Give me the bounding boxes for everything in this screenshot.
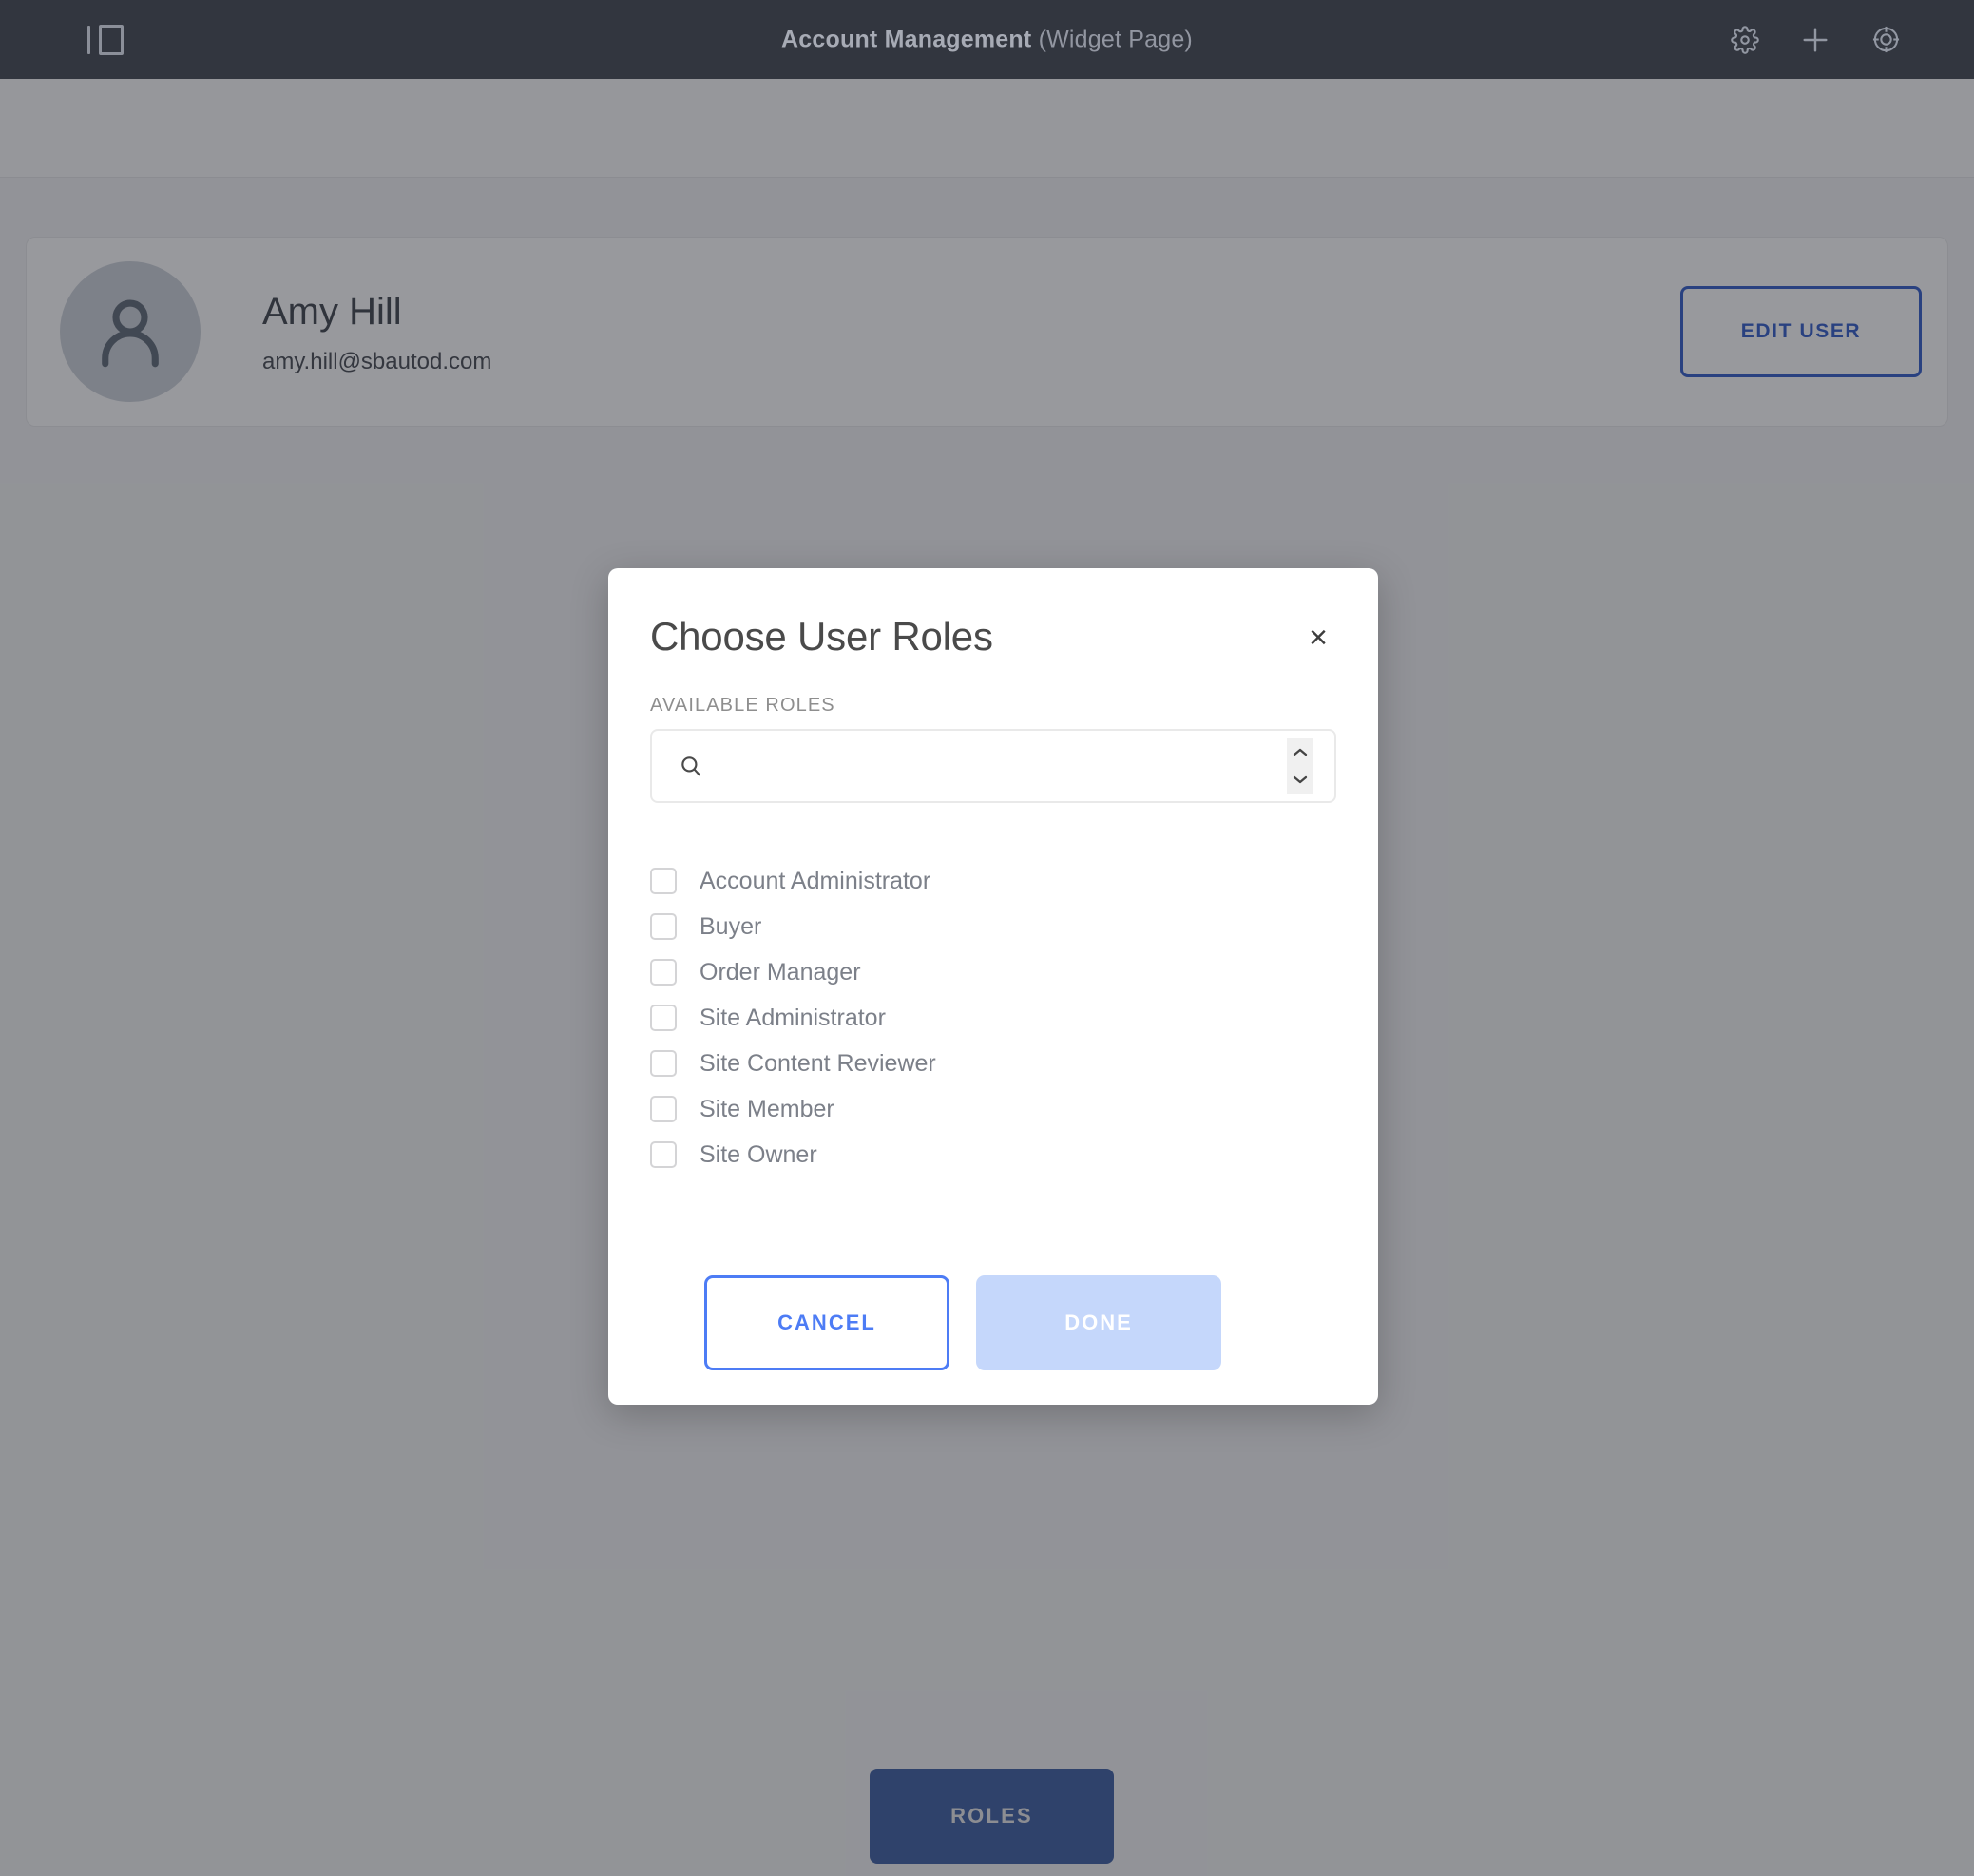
app-bar: Account Management (Widget Page) xyxy=(0,0,1974,79)
dialog-title: Choose User Roles xyxy=(650,614,993,659)
cancel-button[interactable]: CANCEL xyxy=(704,1275,949,1370)
choose-user-roles-dialog: Choose User Roles × AVAILABLE ROLES Acco… xyxy=(608,568,1378,1405)
done-button: DONE xyxy=(976,1275,1221,1370)
target-icon[interactable] xyxy=(1866,20,1906,60)
chevron-down-icon[interactable] xyxy=(1292,775,1309,785)
role-search-field xyxy=(650,729,1336,803)
available-roles-list: Account Administrator Buyer Order Manager S… xyxy=(650,858,1336,1177)
role-label: Site Administrator xyxy=(700,1004,886,1031)
gear-icon[interactable] xyxy=(1725,20,1765,60)
role-list-item[interactable]: Site Content Reviewer xyxy=(650,1041,1336,1086)
available-roles-label: AVAILABLE ROLES xyxy=(650,695,835,716)
modal-overlay[interactable]: Choose User Roles × AVAILABLE ROLES Acco… xyxy=(0,79,1974,1876)
role-checkbox[interactable] xyxy=(650,1050,677,1077)
role-list-item[interactable]: Buyer xyxy=(650,904,1336,949)
search-icon xyxy=(677,752,705,780)
role-checkbox[interactable] xyxy=(650,1096,677,1122)
dialog-actions: CANCEL DONE xyxy=(704,1275,1221,1370)
role-checkbox[interactable] xyxy=(650,959,677,986)
role-checkbox[interactable] xyxy=(650,1141,677,1168)
role-label: Site Owner xyxy=(700,1140,817,1168)
plus-icon[interactable] xyxy=(1795,20,1835,60)
app-bar-title: Account Management (Widget Page) xyxy=(0,26,1974,53)
role-list-item[interactable]: Site Administrator xyxy=(650,995,1336,1041)
role-checkbox[interactable] xyxy=(650,913,677,940)
role-list-item[interactable]: Site Owner xyxy=(650,1132,1336,1177)
role-list-item[interactable]: Site Member xyxy=(650,1086,1336,1132)
role-list-item[interactable]: Account Administrator xyxy=(650,858,1336,904)
app-bar-title-main: Account Management xyxy=(781,26,1032,52)
close-icon[interactable]: × xyxy=(1300,620,1336,656)
role-checkbox[interactable] xyxy=(650,1005,677,1031)
role-list-item[interactable]: Order Manager xyxy=(650,949,1336,995)
app-bar-title-sub: (Widget Page) xyxy=(1038,26,1193,52)
search-input[interactable] xyxy=(719,731,1289,801)
number-spinner[interactable] xyxy=(1287,738,1313,794)
role-label: Site Content Reviewer xyxy=(700,1049,936,1077)
app-bar-actions xyxy=(1725,20,1906,60)
role-label: Buyer xyxy=(700,912,762,940)
role-checkbox[interactable] xyxy=(650,868,677,894)
role-label: Order Manager xyxy=(700,958,861,986)
role-label: Site Member xyxy=(700,1095,834,1122)
role-label: Account Administrator xyxy=(700,867,931,894)
chevron-up-icon[interactable] xyxy=(1292,747,1309,757)
